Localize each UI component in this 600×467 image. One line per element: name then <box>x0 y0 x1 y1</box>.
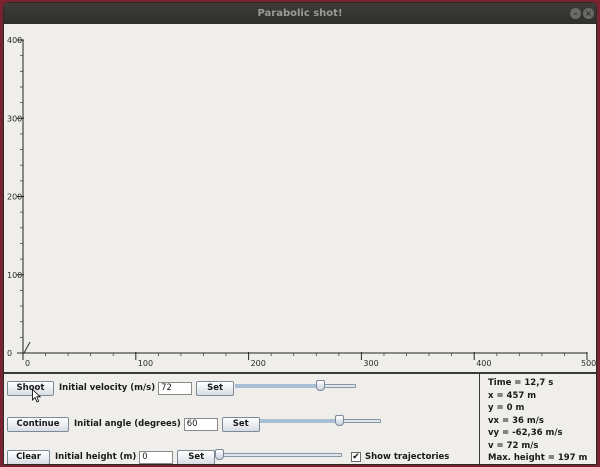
vy-readout: vy = -62,36 m/s <box>488 428 563 438</box>
show-trajectories-toggle[interactable]: ✔ Show trajectories <box>351 452 449 462</box>
window-title: Parabolic shot! <box>257 8 343 19</box>
y-tick-label: 200 <box>7 193 22 202</box>
angle-slider-fill <box>260 419 339 423</box>
velocity-slider[interactable] <box>235 380 356 392</box>
velocity-label: Initial velocity (m/s) <box>59 383 156 393</box>
title-bar: Parabolic shot! – × <box>4 3 596 24</box>
angle-input[interactable]: 60 <box>183 417 218 431</box>
velocity-slider-fill <box>235 384 320 388</box>
y-tick-label: 0 <box>7 349 12 358</box>
angle-label: Initial angle (degrees) <box>74 419 181 429</box>
y-tick-label: 400 <box>7 36 22 45</box>
x-readout: x = 457 m <box>488 390 537 401</box>
height-set-button[interactable]: Set <box>177 449 216 464</box>
show-trajectories-checkbox[interactable]: ✔ <box>351 452 361 462</box>
height-slider[interactable] <box>215 449 342 461</box>
clear-button[interactable]: Clear <box>7 449 50 464</box>
shoot-button[interactable]: Shoot <box>7 380 54 396</box>
time-readout: Time = 12,7 s <box>488 378 554 388</box>
trajectory-plot: 400 300 200 100 0 0 100 200 300 400 500 <box>4 24 596 372</box>
velocity-slider-thumb[interactable] <box>316 380 325 391</box>
minimize-icon[interactable]: – <box>570 8 581 19</box>
x-tick-label: 400 <box>476 359 491 368</box>
height-slider-thumb[interactable] <box>215 449 224 460</box>
x-tick-label: 500 <box>581 359 596 368</box>
angle-slider-thumb[interactable] <box>335 415 344 426</box>
x-tick-label: 300 <box>363 359 378 368</box>
height-label: Initial height (m) <box>55 452 137 462</box>
angle-row: Continue Initial angle (degrees) 60 Set <box>7 416 260 432</box>
height-row: Clear Initial height (m) 0 Set <box>7 449 216 464</box>
x-tick-label: 200 <box>251 359 266 368</box>
v-readout: v = 72 m/s <box>488 440 539 451</box>
controls-panel: Shoot Initial velocity (m/s) 72 Set Cont… <box>4 374 596 464</box>
velocity-set-button[interactable]: Set <box>196 380 235 396</box>
height-input[interactable]: 0 <box>139 450 174 464</box>
y-readout: y = 0 m <box>488 403 525 413</box>
y-tick-label: 300 <box>7 114 22 123</box>
x-tick-label: 0 <box>25 359 30 368</box>
continue-button[interactable]: Continue <box>7 416 69 432</box>
angle-set-button[interactable]: Set <box>221 416 260 432</box>
plot-canvas: 400 300 200 100 0 0 100 200 300 400 500 <box>7 36 596 368</box>
velocity-input[interactable]: 72 <box>158 381 193 395</box>
y-tick-label: 100 <box>7 271 22 280</box>
close-icon[interactable]: × <box>583 8 594 19</box>
info-panel: Time = 12,7 s x = 457 m y = 0 m vx = 36 … <box>479 374 596 464</box>
show-trajectories-label: Show trajectories <box>365 452 450 462</box>
mouse-cursor-icon <box>32 389 42 403</box>
max-height-readout: Max. height = 197 m <box>488 453 588 463</box>
vx-readout: vx = 36 m/s <box>488 415 544 426</box>
x-tick-label: 100 <box>138 359 153 368</box>
trajectory-line <box>23 341 31 354</box>
height-slider-track <box>215 453 342 457</box>
app-window: Parabolic shot! – × 400 300 200 100 0 0 100 200… <box>3 2 597 465</box>
angle-slider[interactable] <box>260 415 381 427</box>
